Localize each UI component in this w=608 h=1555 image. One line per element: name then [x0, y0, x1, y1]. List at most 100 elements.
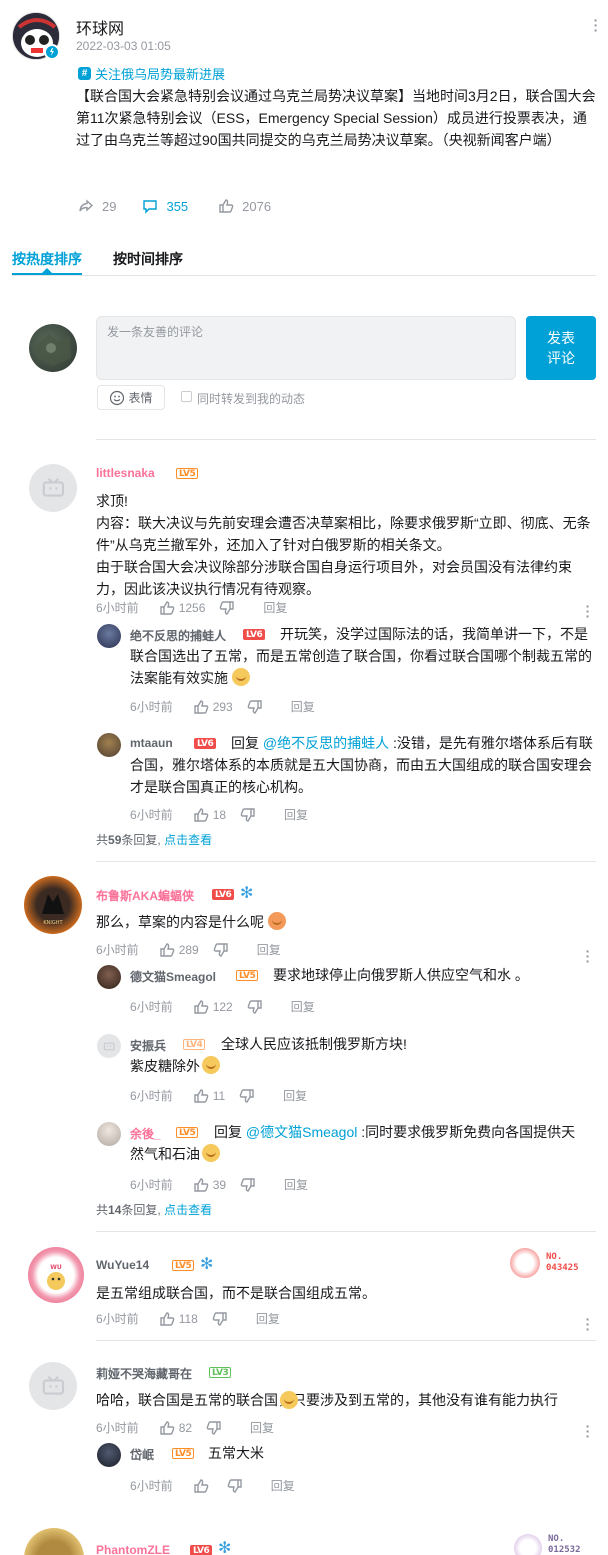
comment-dislike-button[interactable]: [206, 1420, 226, 1436]
comment-dislike-button[interactable]: [219, 600, 239, 616]
more-suffix: 条回复,: [121, 1203, 161, 1217]
comment-like-button[interactable]: 1256: [159, 600, 205, 616]
reply-button[interactable]: 回复: [284, 1176, 308, 1193]
like-button[interactable]: 2076: [218, 198, 271, 214]
like-count: 82: [178, 1420, 193, 1435]
submit-comment-button[interactable]: 发表 评论: [526, 316, 596, 380]
reply-button[interactable]: 回复: [257, 941, 281, 958]
reply-like-button[interactable]: 122: [193, 999, 233, 1015]
reply-avatar[interactable]: [97, 1443, 121, 1467]
mention-link[interactable]: @德文猫Smeagol: [246, 1124, 357, 1140]
author-name[interactable]: 环球网: [76, 15, 124, 39]
like-count: 122: [212, 999, 233, 1014]
emoji-icon: [202, 1144, 220, 1162]
reply-button[interactable]: 回复: [283, 1087, 307, 1104]
reply-username[interactable]: 岱岷: [130, 1446, 154, 1463]
level-badge: LV5: [176, 468, 199, 479]
view-more-link[interactable]: 点击查看: [164, 833, 212, 847]
comment-dislike-button[interactable]: [213, 942, 233, 958]
reply-button[interactable]: 回复: [271, 1477, 295, 1494]
reply-like-button[interactable]: 11: [193, 1088, 225, 1104]
comment-button[interactable]: 355: [142, 198, 188, 214]
comment-input[interactable]: 发一条友善的评论: [96, 316, 516, 380]
comment-text: 是五常组成联合国，而不是联合国组成五常。: [96, 1285, 376, 1301]
comment-avatar[interactable]: [24, 1528, 84, 1555]
like-count: 11: [212, 1088, 226, 1103]
reply-button[interactable]: 回复: [291, 698, 315, 715]
comment-time: 6小时前: [96, 1421, 139, 1435]
topic-icon: #: [78, 67, 91, 80]
comment-meta: 6小时前 1256 回复: [96, 599, 301, 616]
comment-username[interactable]: 布鲁斯AKA蝙蝠侠: [96, 887, 194, 904]
reply-button[interactable]: 回复: [291, 998, 315, 1015]
topic-tag[interactable]: # 关注俄乌局势最新进展: [78, 64, 225, 83]
comment-icon: [143, 200, 158, 214]
reply-button[interactable]: 回复: [263, 599, 287, 616]
view-more-link[interactable]: 点击查看: [164, 1203, 212, 1217]
level-badge: LV5: [172, 1448, 195, 1459]
comment-avatar[interactable]: WU: [28, 1247, 84, 1303]
reply-dislike-button[interactable]: [247, 699, 267, 715]
reply-dislike-button[interactable]: [247, 999, 267, 1015]
more-suffix: 条回复,: [121, 833, 161, 847]
reply-text: 要求地球停止向俄罗斯人供应空气和水 。: [273, 967, 529, 983]
character-badge-icon: [510, 1248, 540, 1278]
comment-divider: [96, 861, 596, 862]
reply-like-button[interactable]: 293: [193, 699, 233, 715]
reply-text-content: 全球人民应该抵制俄罗斯方块! 紫皮糖除外: [130, 1036, 407, 1074]
reply-button[interactable]: 回复: [250, 1419, 274, 1436]
comment-username[interactable]: WuYue14: [96, 1258, 149, 1272]
emoji-button[interactable]: 表情: [97, 385, 165, 410]
reply-avatar[interactable]: [97, 1034, 121, 1058]
like-icon: [159, 600, 174, 615]
reply-dislike-button[interactable]: [239, 1088, 259, 1104]
mention-link[interactable]: @绝不反思的捕蛙人: [263, 735, 389, 751]
comment-more-icon[interactable]: · · ·: [585, 599, 591, 623]
comment-username[interactable]: PhantomZLE: [96, 1543, 170, 1555]
comment-meta: 6小时前 82 回复: [96, 1419, 288, 1436]
reply-button[interactable]: 回复: [284, 806, 308, 823]
repost-label[interactable]: 同时转发到我的动态: [197, 390, 305, 407]
post-more-icon[interactable]: · · ·: [593, 13, 599, 37]
comment-username[interactable]: 莉娅不哭海藏哥在: [96, 1365, 192, 1382]
comment-like-button[interactable]: 289: [159, 942, 199, 958]
reply-like-button[interactable]: [193, 1478, 213, 1494]
level-badge: LV6: [212, 889, 235, 900]
emoji-label: 表情: [128, 391, 153, 405]
like-count: 39: [212, 1177, 227, 1192]
reply-like-button[interactable]: 39: [193, 1177, 226, 1193]
reply-time: 6小时前: [130, 808, 173, 822]
reply-button[interactable]: 回复: [256, 1310, 280, 1327]
comment-more-icon[interactable]: · · ·: [585, 1312, 591, 1336]
tab-time[interactable]: 按时间排序: [113, 249, 183, 269]
default-avatar-icon: [42, 477, 64, 497]
tab-hot[interactable]: 按热度排序: [12, 249, 82, 269]
share-button[interactable]: 29: [78, 198, 116, 214]
comment-like-button[interactable]: 82: [159, 1420, 192, 1436]
reply-avatar[interactable]: [97, 624, 121, 648]
comment-more-icon[interactable]: · · ·: [585, 1419, 591, 1443]
my-avatar[interactable]: [29, 324, 77, 372]
comment-avatar[interactable]: KNIGHT: [24, 876, 82, 934]
more-prefix: 共: [96, 833, 109, 847]
reply-dislike-button[interactable]: [227, 1478, 247, 1494]
comment-username[interactable]: littlesnaka: [96, 466, 155, 480]
reply-label: 回复: [231, 735, 259, 751]
comment-dislike-button[interactable]: [212, 1311, 232, 1327]
comment-avatar[interactable]: [29, 1362, 77, 1410]
reply-avatar[interactable]: [97, 733, 121, 757]
like-icon: [193, 699, 208, 714]
reply-avatar[interactable]: [97, 965, 121, 989]
reply-like-button[interactable]: 18: [193, 807, 226, 823]
reply-avatar[interactable]: [97, 1122, 121, 1146]
reply-meta: 6小时前 122 回复: [130, 998, 329, 1015]
more-count: 14: [108, 1203, 122, 1217]
reply-dislike-button[interactable]: [240, 807, 260, 823]
reply-dislike-button[interactable]: [240, 1177, 260, 1193]
like-icon: [159, 1311, 174, 1326]
comment-like-button[interactable]: 118: [159, 1311, 198, 1327]
reply-username[interactable]: 德文猫Smeagol: [130, 968, 216, 985]
comment-more-icon[interactable]: · · ·: [585, 944, 591, 968]
repost-checkbox[interactable]: [181, 391, 192, 402]
comment-avatar[interactable]: [29, 464, 77, 512]
